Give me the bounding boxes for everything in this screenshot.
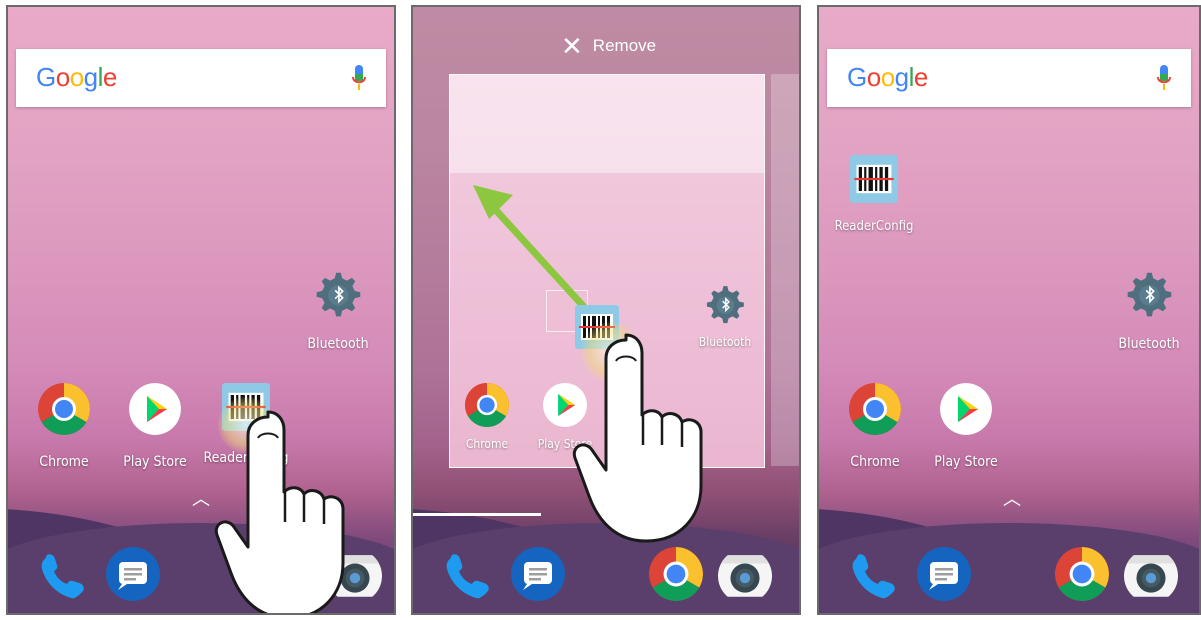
play-store-icon: [940, 383, 992, 435]
camera-icon[interactable]: [718, 549, 772, 603]
messages-icon[interactable]: [106, 547, 160, 601]
app-label: Play Store: [123, 454, 187, 470]
app-label: Bluetooth: [1118, 336, 1180, 352]
google-search-bar[interactable]: Google: [827, 49, 1191, 107]
messages-icon[interactable]: [511, 547, 565, 601]
app-label: Bluetooth: [307, 336, 369, 352]
phone-icon[interactable]: [440, 547, 494, 601]
phone-icon[interactable]: [846, 547, 900, 601]
app-label: Play Store: [934, 454, 998, 470]
phone-icon[interactable]: [35, 547, 89, 601]
pointing-hand-icon: [572, 333, 703, 543]
barcode-scanner-icon: [850, 155, 898, 203]
app-label: Chrome: [39, 454, 89, 470]
app-drawer-chevron-icon[interactable]: ︿: [1003, 485, 1021, 511]
screen-3: Google ReaderConfig Bluetooth Chrome Pla…: [817, 5, 1201, 615]
chrome-icon: [38, 383, 90, 435]
app-chrome[interactable]: Chrome: [19, 383, 109, 470]
app-label: Chrome: [850, 454, 900, 470]
bluetooth-shortcut[interactable]: Bluetooth: [293, 269, 383, 352]
microphone-icon[interactable]: [1157, 65, 1171, 93]
app-label: ReaderConfig: [834, 219, 914, 234]
google-logo: Google: [36, 62, 117, 92]
screen-2: ✕ Remove Bluetooth Chrome Play Store: [411, 5, 801, 615]
google-search-bar[interactable]: Google: [16, 49, 386, 107]
app-play-store[interactable]: Play Store: [110, 383, 200, 470]
screen-1: Google Bluetooth Chrome Play Store Reade…: [6, 5, 396, 615]
app-readerconfig[interactable]: ReaderConfig: [829, 155, 919, 234]
bluetooth-shortcut[interactable]: Bluetooth: [1104, 269, 1194, 352]
gear-icon: [315, 271, 362, 318]
gear-icon: [1126, 271, 1173, 318]
pointing-hand-icon: [214, 410, 345, 613]
google-logo: Google: [847, 62, 928, 92]
chrome-icon[interactable]: [649, 547, 703, 601]
app-play-store[interactable]: Play Store: [921, 383, 1011, 470]
microphone-icon[interactable]: [352, 65, 366, 93]
chrome-icon[interactable]: [1055, 547, 1109, 601]
app-drawer-chevron-icon[interactable]: ︿: [192, 485, 210, 511]
messages-icon[interactable]: [917, 547, 971, 601]
app-chrome[interactable]: Chrome: [830, 383, 920, 470]
chrome-icon: [849, 383, 901, 435]
camera-icon[interactable]: [1124, 549, 1178, 603]
play-store-icon: [129, 383, 181, 435]
